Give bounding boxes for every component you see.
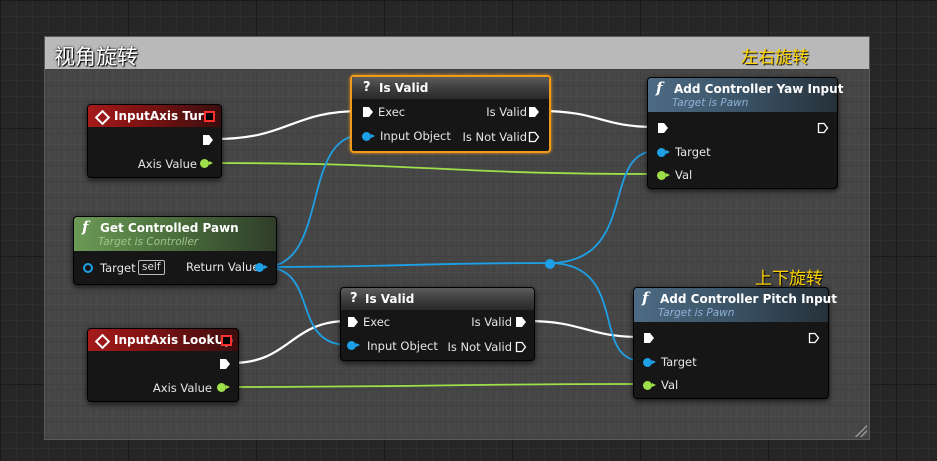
- is-not-valid-label: Is Not Valid: [462, 130, 527, 144]
- function-f-icon: f: [656, 79, 663, 97]
- red-square-delegate-icon[interactable]: [221, 335, 232, 346]
- node-is-valid-2[interactable]: ? Is Valid Exec Input Object Is Valid Is…: [340, 287, 535, 361]
- wire-obj-reroute-yaw: [548, 150, 657, 264]
- val-pin[interactable]: [643, 381, 656, 390]
- node-header: f Add Controller Yaw Input Target is Paw…: [648, 78, 843, 112]
- input-object-pin[interactable]: [362, 132, 375, 141]
- exec-label: Exec: [378, 105, 406, 119]
- exec-label: Exec: [363, 315, 391, 329]
- node-title: Get Controlled Pawn: [100, 221, 239, 235]
- node-header: ? Is Valid: [341, 288, 534, 310]
- node-header: ? Is Valid: [352, 77, 549, 99]
- target-label: Target: [675, 145, 711, 159]
- node-subtitle: Target is Pawn: [658, 307, 735, 319]
- target-pin[interactable]: [643, 358, 656, 367]
- is-not-valid-label: Is Not Valid: [447, 340, 512, 354]
- node-title: Add Controller Pitch Input: [660, 292, 837, 306]
- wire-exec-isvalid2-pitch: [525, 319, 643, 339]
- input-object-label: Input Object: [367, 339, 438, 353]
- reroute-node[interactable]: [545, 259, 555, 269]
- node-subtitle: Target is Pawn: [672, 97, 749, 109]
- axis-value-label: Axis Value: [137, 157, 197, 171]
- axis-value-label: Axis Value: [152, 381, 212, 395]
- val-pin[interactable]: [657, 171, 670, 180]
- question-mark-icon: ?: [350, 291, 358, 306]
- node-header: InputAxis LookUp: [88, 329, 238, 351]
- node-header: f Add Controller Pitch Input Target is P…: [634, 288, 837, 322]
- target-label: Target: [100, 261, 136, 275]
- is-valid-label: Is Valid: [471, 315, 512, 329]
- wire-obj-pawn-isvalid1: [263, 134, 363, 268]
- axis-value-pin[interactable]: [217, 383, 230, 392]
- function-f-icon: f: [82, 218, 89, 236]
- wire-obj-pawn-reroute: [263, 262, 550, 268]
- target-pin[interactable]: [657, 148, 670, 157]
- node-title: InputAxis LookUp: [114, 333, 233, 347]
- input-object-label: Input Object: [380, 129, 451, 143]
- node-inputaxis-lookup[interactable]: InputAxis LookUp Axis Value: [87, 328, 239, 402]
- node-subtitle: Target is Controller: [98, 236, 199, 248]
- wire-exec-isvalid1-yaw: [539, 109, 657, 129]
- is-valid-label: Is Valid: [486, 105, 527, 119]
- red-square-delegate-icon[interactable]: [204, 111, 215, 122]
- node-add-controller-pitch-input[interactable]: f Add Controller Pitch Input Target is P…: [633, 287, 837, 399]
- node-title: Add Controller Yaw Input: [674, 82, 844, 96]
- node-is-valid-1[interactable]: ? Is Valid Exec Input Object Is Valid Is…: [350, 75, 551, 153]
- wire-float-lookup-pitch: [226, 383, 643, 388]
- function-f-icon: f: [642, 289, 649, 307]
- node-header: InputAxis Turn: [88, 105, 221, 127]
- wire-float-turn-yaw: [209, 162, 657, 175]
- target-label: Target: [661, 355, 697, 369]
- node-add-controller-yaw-input[interactable]: f Add Controller Yaw Input Target is Paw…: [647, 77, 843, 189]
- val-label: Val: [675, 168, 693, 182]
- node-title: Is Valid: [365, 292, 415, 306]
- return-value-label: Return Value: [186, 260, 260, 274]
- node-inputaxis-turn[interactable]: InputAxis Turn Axis Value: [87, 104, 222, 178]
- diamond-event-icon: [94, 333, 111, 350]
- wire-exec-turn-isvalid1: [213, 109, 363, 141]
- node-title: Is Valid: [379, 81, 429, 95]
- diamond-event-icon: [94, 109, 111, 126]
- target-pin[interactable]: [83, 263, 93, 273]
- node-title: InputAxis Turn: [114, 109, 213, 123]
- val-label: Val: [661, 378, 679, 392]
- input-object-pin[interactable]: [347, 341, 360, 350]
- return-value-pin[interactable]: [255, 263, 268, 272]
- node-header: f Get Controlled Pawn Target is Controll…: [74, 217, 276, 251]
- wire-obj-reroute-pitch: [548, 262, 643, 362]
- node-get-controlled-pawn[interactable]: f Get Controlled Pawn Target is Controll…: [73, 216, 277, 285]
- question-mark-icon: ?: [363, 80, 371, 95]
- self-default-value[interactable]: self: [138, 260, 165, 275]
- axis-value-pin[interactable]: [200, 159, 213, 168]
